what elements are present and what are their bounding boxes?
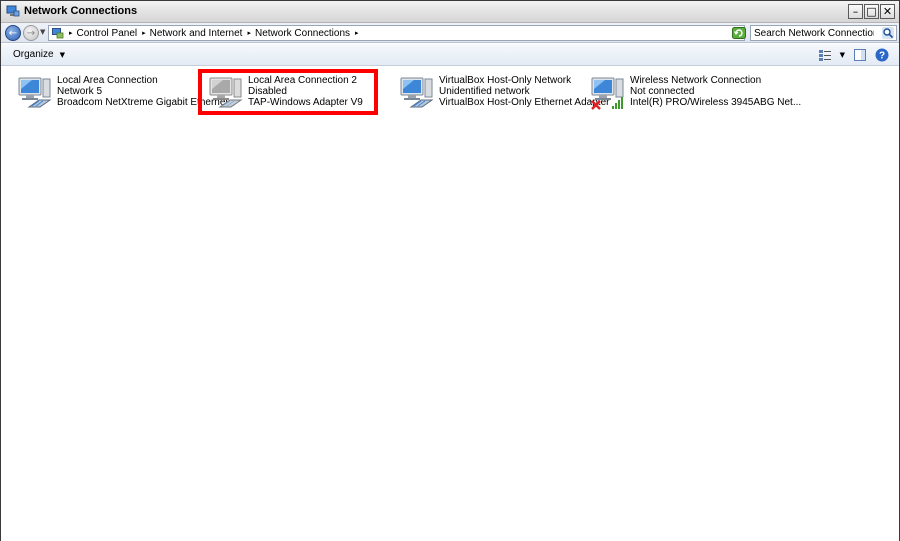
help-icon[interactable]: ?: [875, 48, 889, 62]
connection-status: Unidentified network: [439, 86, 530, 97]
address-bar[interactable]: ▸ Control Panel ▸ Network and Internet ▸…: [48, 25, 745, 41]
connection-details: VirtualBox Host-Only Network Unidentifie…: [439, 75, 609, 108]
close-button[interactable]: ✕: [880, 4, 895, 19]
connection-name: VirtualBox Host-Only Network: [439, 75, 572, 86]
back-button[interactable]: ←: [5, 25, 21, 41]
network-adapter-icon: [18, 77, 52, 108]
breadcrumb-label[interactable]: Network and Internet: [150, 28, 243, 39]
window-controls: – □ ✕: [848, 4, 895, 19]
search-input[interactable]: [754, 27, 874, 39]
title-bar[interactable]: Network Connections – □ ✕: [1, 1, 899, 23]
network-adapter-icon: [400, 77, 434, 108]
command-bar: Organize ▼ ▼ ?: [1, 44, 899, 66]
wireless-adapter-not-connected-icon: [591, 77, 624, 110]
preview-pane-icon[interactable]: [853, 48, 867, 62]
connection-name: Wireless Network Connection: [630, 75, 762, 86]
highlight-annotation: [198, 69, 378, 115]
connection-item-local-area-connection[interactable]: Local Area Connection Network 5 Broadcom…: [17, 73, 228, 115]
chevron-down-icon[interactable]: ▼: [60, 51, 65, 59]
organize-button[interactable]: Organize ▼: [13, 49, 65, 60]
connection-details: Wireless Network Connection Not connecte…: [630, 75, 801, 108]
window: Network Connections – □ ✕ ← → ▼ ▸ Contro…: [0, 0, 900, 541]
minimize-button[interactable]: –: [848, 4, 863, 19]
breadcrumb-separator-icon[interactable]: ▸: [142, 29, 146, 37]
connection-item-virtualbox-host-only-network[interactable]: VirtualBox Host-Only Network Unidentifie…: [399, 73, 609, 115]
window-title: Network Connections: [24, 5, 138, 17]
breadcrumb-separator-icon[interactable]: ▸: [247, 29, 251, 37]
address-row: ← → ▼ ▸ Control Panel ▸ Network and Inte…: [1, 23, 899, 43]
change-view-icon[interactable]: [818, 48, 832, 62]
recent-pages-dropdown[interactable]: ▼: [40, 28, 45, 36]
maximize-button[interactable]: □: [864, 4, 879, 19]
breadcrumb-root[interactable]: ▸: [64, 29, 77, 37]
connection-adapter: VirtualBox Host-Only Ethernet Adapter: [439, 97, 610, 108]
connection-item-wireless-network-connection[interactable]: Wireless Network Connection Not connecte…: [590, 73, 801, 115]
breadcrumb-network-and-internet[interactable]: Network and Internet ▸: [150, 28, 255, 39]
svg-text:?: ?: [879, 51, 885, 62]
view-options-dropdown[interactable]: ▼: [840, 51, 845, 59]
breadcrumb-network-connections[interactable]: Network Connections ▸: [255, 28, 363, 39]
breadcrumb-label[interactable]: Network Connections: [255, 28, 350, 39]
control-panel-icon: [52, 27, 64, 38]
view-controls: ▼ ?: [818, 48, 889, 62]
search-box[interactable]: [750, 25, 897, 41]
breadcrumb-control-panel[interactable]: Control Panel ▸: [77, 28, 150, 39]
connections-list: Local Area Connection Network 5 Broadcom…: [1, 67, 899, 541]
network-connections-icon: [6, 5, 20, 17]
breadcrumb-label[interactable]: Control Panel: [77, 28, 138, 39]
refresh-icon[interactable]: [732, 27, 746, 39]
connection-status: Not connected: [630, 86, 695, 97]
connection-adapter: Intel(R) PRO/Wireless 3945ABG Net...: [630, 97, 802, 108]
forward-button[interactable]: →: [23, 25, 39, 41]
breadcrumb-separator-icon[interactable]: ▸: [69, 29, 73, 37]
breadcrumb-separator-icon[interactable]: ▸: [355, 29, 359, 37]
organize-label[interactable]: Organize: [13, 49, 54, 60]
search-icon[interactable]: [882, 27, 894, 39]
